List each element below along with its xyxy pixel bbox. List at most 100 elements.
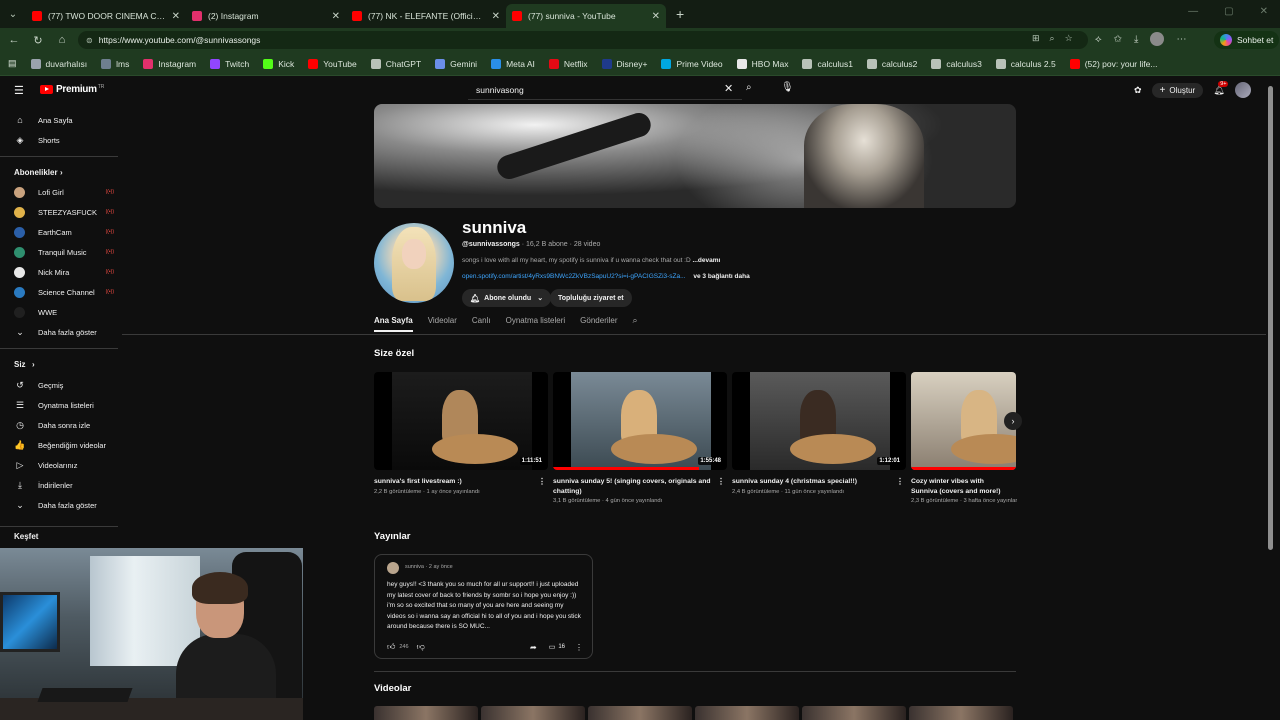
youtube-logo[interactable]: Premium TR [40,84,104,95]
subscription-item[interactable]: STEEZYASFUCK ((•)) [14,204,114,220]
tab-close-icon[interactable]: ✕ [652,11,660,22]
subs-show-more[interactable]: ⌄ Daha fazla göster [14,324,114,340]
video-thumbnail[interactable]: 1:55:48 [553,372,727,470]
video-more-icon[interactable]: ⋮ [538,477,546,487]
search-input[interactable]: sunnivasong [468,80,742,100]
subscription-item[interactable]: EarthCam ((•)) [14,224,114,240]
more-icon[interactable]: ⋯ [1176,34,1186,45]
sidebar-you-item[interactable]: ↺ Geçmiş [14,377,114,393]
visit-community-button[interactable]: Topluluğu ziyaret et [550,289,632,307]
carousel-next-button[interactable]: › [1004,412,1022,430]
zoom-icon[interactable]: ⌕ [1050,33,1055,44]
bookmark[interactable]: HBO Max [736,58,788,69]
bookmark[interactable]: lms [101,58,129,69]
spotify-link[interactable]: open.spotify.com/artist/4yRxs9BNWc2ZkVBz… [462,273,686,280]
bookmark[interactable]: duvarhalısı [30,58,87,69]
favorite-star-icon[interactable]: ☆ [1065,33,1073,44]
extensions-icon[interactable]: ⟡ [1095,34,1102,45]
bookmark[interactable]: Instagram [143,58,196,69]
close-window-icon[interactable]: ✕ [1260,6,1268,17]
browser-tab[interactable]: (2) Instagram ✕ [186,4,346,28]
browser-tab[interactable]: (77) TWO DOOR CINEMA CLUB | S ✕ [26,4,186,28]
reload-icon[interactable]: ↻ [26,34,50,47]
tab-close-icon[interactable]: ✕ [492,11,500,22]
home-browser-icon[interactable]: ⌂ [50,34,74,46]
channel-description[interactable]: songs i love with all my heart, my spoti… [462,257,720,264]
bookmark[interactable]: calculus3 [931,58,982,69]
bookmark[interactable]: (52) pov: your life... [1069,58,1157,69]
post-author-avatar[interactable] [387,562,399,574]
subscription-item[interactable]: WWE [14,304,114,320]
new-tab-button[interactable]: + [676,6,684,22]
tab-videolar[interactable]: Videolar [428,316,457,332]
tab-close-icon[interactable]: ✕ [172,11,180,22]
app-available-icon[interactable]: ⊞ [1032,33,1040,44]
video-more-icon[interactable]: ⋮ [717,477,725,487]
more-links[interactable]: ve 3 bağlantı daha [693,273,749,280]
sidebar-you-item[interactable]: ◷ Daha sonra izle [14,417,114,433]
share-icon[interactable]: ➦ [530,643,537,652]
bookmark[interactable]: calculus2 [866,58,917,69]
video-title[interactable]: sunniva sunday 5! (singing covers, origi… [553,477,727,496]
bookmark[interactable]: Prime Video [661,58,723,69]
bookmark[interactable]: Kick [263,58,294,69]
site-info-icon[interactable]: ⊜ [86,36,93,45]
video-card[interactable]: 1:55:48 sunniva sunday 5! (singing covers… [553,372,727,504]
clear-search-icon[interactable]: ✕ [724,82,733,95]
video-card[interactable]: 1:11:51 sunniva's first livestream :) ⋮ 2,2… [374,372,548,495]
sidebar-you-item[interactable]: ⌄ Daha fazla göster [14,497,114,513]
favorites-icon[interactable]: ✩ [1114,34,1122,45]
channel-search-icon[interactable]: ⌕ [633,315,638,326]
tab-gönderiler[interactable]: Gönderiler [580,316,617,332]
video-title[interactable]: Cozy winter vibes with Sunniva (covers a… [911,477,1017,496]
video-card[interactable]: 1:12:01 sunniva sunday 4 (christmas speci… [732,372,906,495]
chevron-right-icon[interactable]: › [60,168,63,177]
comment-icon[interactable]: ▭ [549,643,556,651]
video-thumbnail[interactable] [695,706,799,720]
bookmark[interactable]: Gemini [435,58,477,69]
subscribed-button[interactable]: 🔔︎ Abone olundu ⌄ [462,289,552,307]
bookmark[interactable]: Meta AI [491,58,535,69]
post-more-icon[interactable]: ⋮ [575,643,583,652]
video-thumbnail[interactable] [802,706,906,720]
subscriptions-heading[interactable]: Abonelikler [14,168,58,177]
post-author[interactable]: sunniva [405,564,424,570]
account-avatar[interactable] [1234,82,1251,98]
tab-oynatma-listeleri[interactable]: Oynatma listeleri [506,316,566,332]
microphone-icon[interactable]: 🎙 [781,82,794,93]
bookmark[interactable]: Netflix [548,58,588,69]
bookmark[interactable]: Twitch [210,58,249,69]
back-icon[interactable]: ← [2,34,26,46]
downloads-browser-icon[interactable]: ⤓ [1134,34,1138,45]
video-thumbnail[interactable] [374,706,478,720]
video-more-icon[interactable]: ⋮ [896,477,904,487]
description-more[interactable]: ...devamı [693,257,721,264]
notifications-button[interactable]: 🔔︎ 9+ [1213,80,1229,96]
browser-tab[interactable]: (77) NK - ELEFANTE (Official Video ✕ [346,4,506,28]
tab-canlı[interactable]: Canlı [472,316,491,332]
bookmark[interactable]: calculus1 [802,58,853,69]
search-icon[interactable]: ⌕ [746,82,752,93]
community-post[interactable]: sunniva · 2 ay önce hey guys!! <3 thank … [374,554,593,659]
subscription-item[interactable]: Nick Mira ((•)) [14,264,114,280]
minimize-icon[interactable]: — [1188,6,1198,17]
menu-icon[interactable]: ☰ [14,84,24,97]
profile-avatar[interactable] [1150,32,1165,46]
video-thumbnail[interactable]: 1:11:51 [374,372,548,470]
sidebar-you-item[interactable]: 👍 Beğendiğim videolar [14,437,114,453]
bookmark[interactable]: calculus 2.5 [995,58,1056,69]
video-title[interactable]: sunniva's first livestream :) ⋮ [374,477,548,487]
bookmarks-apps-icon[interactable]: ▤ [8,58,17,69]
video-thumbnail[interactable] [911,372,1016,470]
channel-avatar[interactable] [374,223,454,303]
video-thumbnail[interactable] [909,706,1013,720]
video-thumbnail[interactable] [588,706,692,720]
bookmark[interactable]: YouTube [308,58,357,69]
video-title[interactable]: sunniva sunday 4 (christmas special!!) ⋮ [732,477,906,487]
sidebar-you-item[interactable]: ⤓ İndirilenler [14,477,114,493]
video-card[interactable]: Cozy winter vibes with Sunniva (covers a… [911,372,1085,504]
tab-close-icon[interactable]: ✕ [332,11,340,22]
page-scrollbar[interactable] [1268,86,1273,550]
cast-icon[interactable]: ✿ [1134,85,1142,96]
create-button[interactable]: + Oluştur [1151,82,1204,98]
